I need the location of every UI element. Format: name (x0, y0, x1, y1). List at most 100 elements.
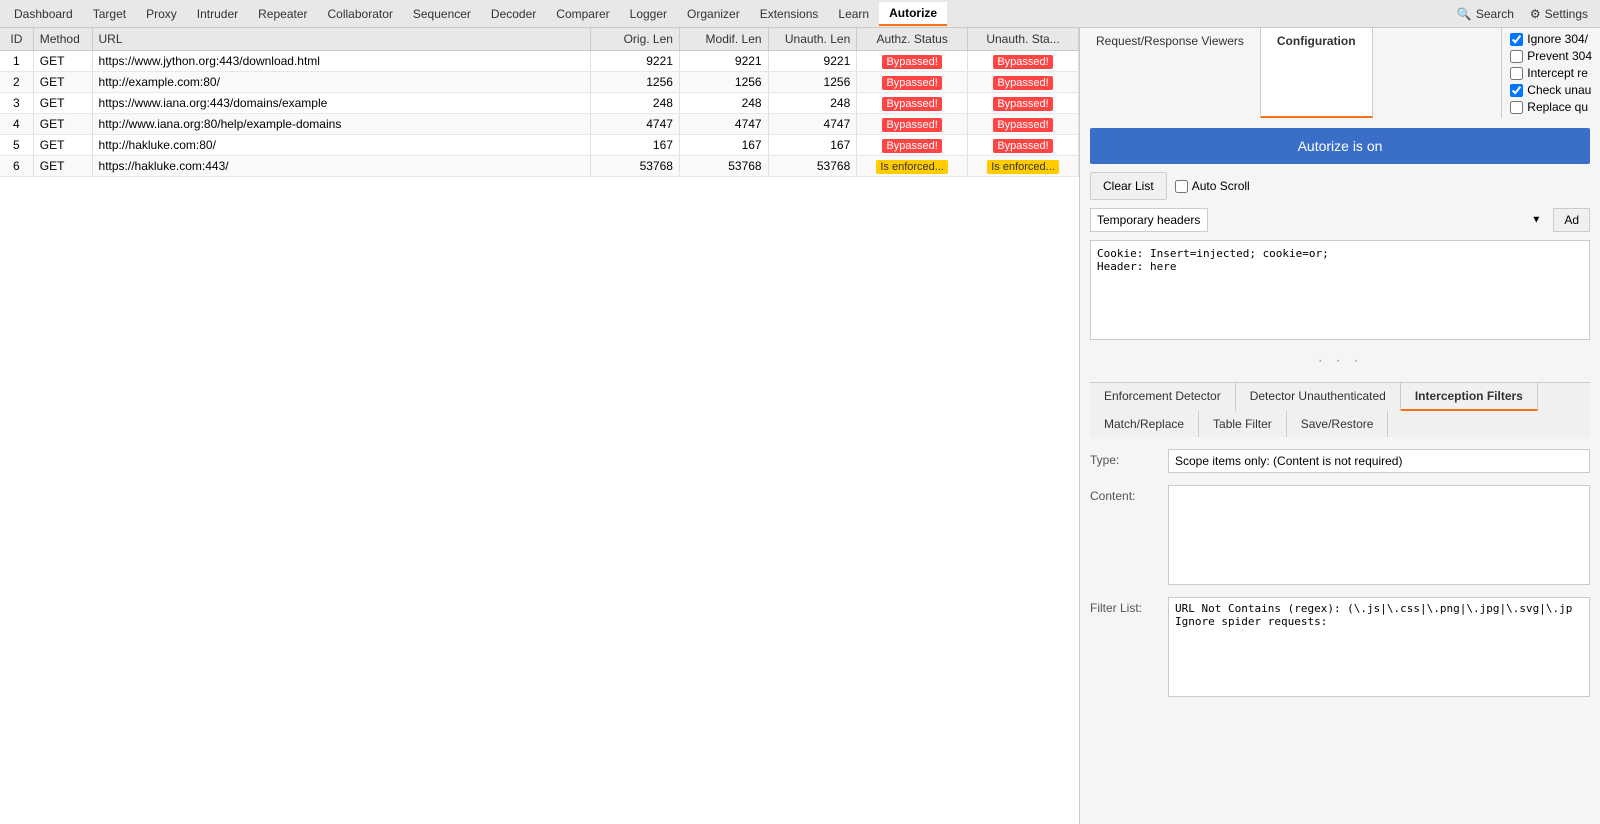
cell-modif-len: 167 (679, 135, 768, 156)
table-row[interactable]: 1 GET https://www.jython.org:443/downloa… (0, 51, 1079, 72)
menu-collaborator[interactable]: Collaborator (318, 3, 403, 25)
table-row[interactable]: 5 GET http://hakluke.com:80/ 167 167 167… (0, 135, 1079, 156)
cell-unauth-len: 248 (768, 93, 857, 114)
filter-list-label: Filter List: (1090, 597, 1160, 615)
cell-modif-len: 1256 (679, 72, 768, 93)
cell-id: 2 (0, 72, 33, 93)
ignore304-checkbox[interactable] (1510, 33, 1523, 46)
add-button[interactable]: Ad (1553, 208, 1590, 232)
menu-learn[interactable]: Learn (828, 3, 879, 25)
menu-proxy[interactable]: Proxy (136, 3, 187, 25)
tab-table-filter[interactable]: Table Filter (1199, 411, 1287, 437)
cell-unauth-len: 53768 (768, 156, 857, 177)
bottom-tabs: Enforcement Detector Detector Unauthenti… (1090, 382, 1590, 437)
content-row: Content: (1090, 485, 1590, 585)
cell-id: 5 (0, 135, 33, 156)
tab-save-restore[interactable]: Save/Restore (1287, 411, 1389, 437)
cell-id: 6 (0, 156, 33, 177)
checkbox-intercept[interactable]: Intercept re (1510, 66, 1592, 80)
table-row[interactable]: 4 GET http://www.iana.org:80/help/exampl… (0, 114, 1079, 135)
dropdown-row: Temporary headers Ad (1090, 208, 1590, 232)
intercept-checkbox[interactable] (1510, 67, 1523, 80)
checkbox-prevent304[interactable]: Prevent 304 (1510, 49, 1592, 63)
menu-dashboard[interactable]: Dashboard (4, 3, 83, 25)
auto-scroll-text: Auto Scroll (1192, 179, 1250, 193)
ignore304-label: Ignore 304/ (1527, 32, 1588, 46)
menu-sequencer[interactable]: Sequencer (403, 3, 481, 25)
cell-unauth-status: Bypassed! (968, 51, 1079, 72)
autorize-toggle-button[interactable]: Autorize is on (1090, 128, 1590, 164)
cell-orig-len: 9221 (591, 51, 680, 72)
replace-checkbox[interactable] (1510, 101, 1523, 114)
type-value: Scope items only: (Content is not requir… (1168, 449, 1590, 473)
cell-url: http://example.com:80/ (92, 72, 591, 93)
checkbox-ignore304[interactable]: Ignore 304/ (1510, 32, 1592, 46)
col-header-orig-len: Orig. Len (591, 28, 680, 51)
tab-enforcement-detector[interactable]: Enforcement Detector (1090, 383, 1236, 411)
table-row[interactable]: 2 GET http://example.com:80/ 1256 1256 1… (0, 72, 1079, 93)
tab-configuration[interactable]: Configuration (1261, 28, 1373, 118)
cell-unauth-len: 1256 (768, 72, 857, 93)
settings-label: Settings (1545, 7, 1588, 21)
menu-bar: Dashboard Target Proxy Intruder Repeater… (0, 0, 1600, 28)
settings-button[interactable]: ⚙ Settings (1522, 5, 1596, 23)
replace-label: Replace qu (1527, 100, 1588, 114)
menu-repeater[interactable]: Repeater (248, 3, 317, 25)
menu-comparer[interactable]: Comparer (546, 3, 619, 25)
checkbox-replace[interactable]: Replace qu (1510, 100, 1592, 114)
cell-unauth-status: Bypassed! (968, 93, 1079, 114)
cell-modif-len: 53768 (679, 156, 768, 177)
cell-method: GET (33, 156, 92, 177)
check-unauth-checkbox[interactable] (1510, 84, 1523, 97)
cell-url: http://www.iana.org:80/help/example-doma… (92, 114, 591, 135)
gear-icon: ⚙ (1530, 7, 1541, 21)
search-button[interactable]: 🔍 Search (1449, 5, 1522, 23)
right-panel: Request/Response Viewers Configuration I… (1080, 28, 1600, 824)
left-panel: ID Method URL Orig. Len Modif. Len Unaut… (0, 28, 1080, 824)
checkboxes-panel: Ignore 304/ Prevent 304 Intercept re Che… (1501, 28, 1600, 118)
cell-unauth-status: Is enforced... (968, 156, 1079, 177)
table-container[interactable]: ID Method URL Orig. Len Modif. Len Unaut… (0, 28, 1079, 824)
menu-extensions[interactable]: Extensions (750, 3, 829, 25)
menu-intruder[interactable]: Intruder (187, 3, 248, 25)
tab-match-replace[interactable]: Match/Replace (1090, 411, 1199, 437)
menu-autorize[interactable]: Autorize (879, 2, 947, 26)
intercept-label: Intercept re (1527, 66, 1588, 80)
cell-modif-len: 9221 (679, 51, 768, 72)
content-textarea[interactable] (1168, 485, 1590, 585)
right-header-tabs: Request/Response Viewers Configuration (1080, 28, 1501, 118)
checkbox-check-unauth[interactable]: Check unau (1510, 83, 1592, 97)
cell-authz-status: Bypassed! (857, 93, 968, 114)
cell-modif-len: 4747 (679, 114, 768, 135)
auto-scroll-checkbox[interactable] (1175, 180, 1188, 193)
table-row[interactable]: 6 GET https://hakluke.com:443/ 53768 537… (0, 156, 1079, 177)
table-row[interactable]: 3 GET https://www.iana.org:443/domains/e… (0, 93, 1079, 114)
cell-url: http://hakluke.com:80/ (92, 135, 591, 156)
menu-decoder[interactable]: Decoder (481, 3, 546, 25)
menu-target[interactable]: Target (83, 3, 136, 25)
cell-orig-len: 248 (591, 93, 680, 114)
menu-logger[interactable]: Logger (620, 3, 677, 25)
clear-autoscroll-row: Clear List Auto Scroll (1090, 172, 1590, 200)
cell-method: GET (33, 114, 92, 135)
cell-unauth-len: 9221 (768, 51, 857, 72)
main-layout: ID Method URL Orig. Len Modif. Len Unaut… (0, 28, 1600, 824)
clear-list-button[interactable]: Clear List (1090, 172, 1167, 200)
cell-id: 4 (0, 114, 33, 135)
cell-authz-status: Bypassed! (857, 135, 968, 156)
auto-scroll-label[interactable]: Auto Scroll (1175, 179, 1250, 193)
headers-textarea[interactable] (1090, 240, 1590, 340)
cell-method: GET (33, 93, 92, 114)
prevent304-checkbox[interactable] (1510, 50, 1523, 63)
cell-unauth-len: 167 (768, 135, 857, 156)
tab-interception-filters[interactable]: Interception Filters (1401, 383, 1538, 411)
headers-dropdown[interactable]: Temporary headers (1090, 208, 1208, 232)
cell-unauth-len: 4747 (768, 114, 857, 135)
tab-detector-unauthenticated[interactable]: Detector Unauthenticated (1236, 383, 1401, 411)
menu-organizer[interactable]: Organizer (677, 3, 750, 25)
cell-url: https://www.jython.org:443/download.html (92, 51, 591, 72)
col-header-id: ID (0, 28, 33, 51)
col-header-url: URL (92, 28, 591, 51)
filter-list-textarea[interactable] (1168, 597, 1590, 697)
tab-request-response[interactable]: Request/Response Viewers (1080, 28, 1261, 118)
